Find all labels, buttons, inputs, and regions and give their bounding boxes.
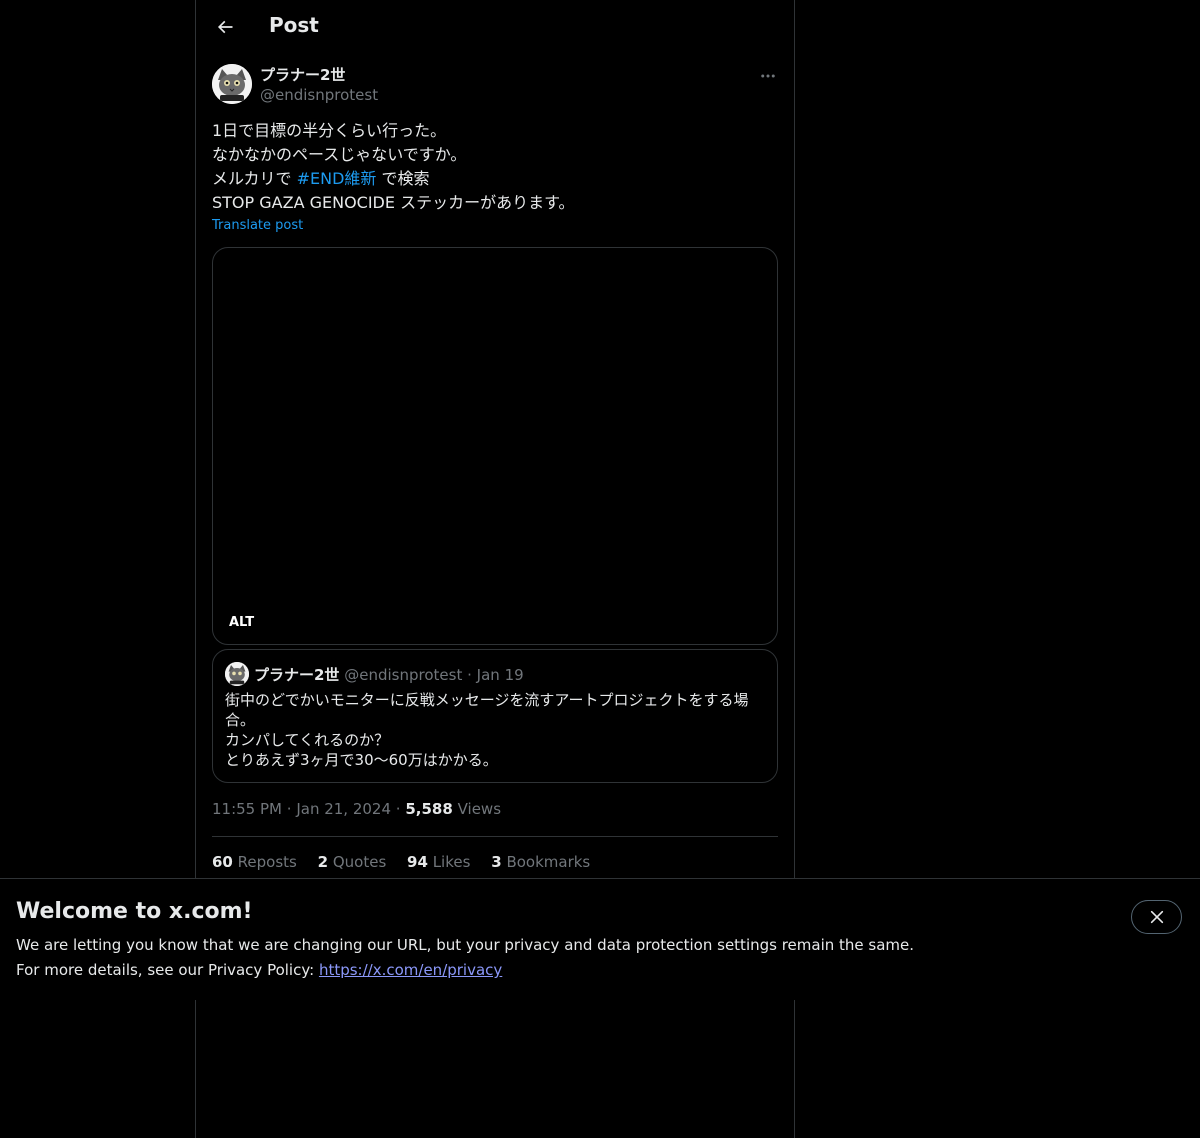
quote-date: Jan 19 xyxy=(476,666,524,684)
quote-text-line: 街中のどでかいモニターに反戦メッセージを流すアートプロジェクトをする場合。 xyxy=(225,691,749,729)
banner-message: We are letting you know that we are chan… xyxy=(16,936,915,954)
engagement-stats: 60 Reposts 2 Quotes 94 Likes 3 Bookmarks xyxy=(212,853,606,871)
likes-stat[interactable]: 94 Likes xyxy=(407,853,470,871)
quote-author-handle: @endisnprotest xyxy=(344,666,463,684)
quote-text: 街中のどでかいモニターに反戦メッセージを流すアートプロジェクトをする場合。 カン… xyxy=(225,690,765,770)
quote-text-line: とりあえず3ヶ月で30〜60万はかかる。 xyxy=(225,751,498,769)
quotes-stat[interactable]: 2 Quotes xyxy=(318,853,387,871)
post-metadata: 11:55 PM · Jan 21, 2024 · 5,588 Views xyxy=(212,800,501,818)
views-count: 5,588 xyxy=(405,800,453,818)
post-date[interactable]: Jan 21, 2024 xyxy=(296,800,391,818)
reposts-stat[interactable]: 60 Reposts xyxy=(212,853,297,871)
banner-privacy-prefix: For more details, see our Privacy Policy… xyxy=(16,961,319,979)
post-text-line: メルカリで #END維新 で検索 xyxy=(212,167,778,191)
reposts-count: 60 xyxy=(212,853,233,871)
more-options-button[interactable] xyxy=(756,64,780,88)
likes-label: Likes xyxy=(432,853,471,871)
author-handle[interactable]: @endisnprotest xyxy=(260,86,378,104)
quote-separator: · xyxy=(467,666,472,684)
top-bar: Post xyxy=(196,0,794,54)
meta-separator: · xyxy=(286,800,292,818)
quoted-post[interactable]: プラナー2世 @endisnprotest · Jan 19 街中のどでかいモニ… xyxy=(212,649,778,783)
quotes-count: 2 xyxy=(317,853,329,871)
page-title: Post xyxy=(269,13,319,37)
cat-avatar-image xyxy=(225,662,249,686)
more-horizontal-icon xyxy=(761,74,775,78)
quotes-label: Quotes xyxy=(332,853,387,871)
quote-header: プラナー2世 @endisnprotest · Jan 19 xyxy=(254,664,524,685)
post-text-line: STOP GAZA GENOCIDE ステッカーがあります。 xyxy=(212,193,575,212)
banner-title: Welcome to x.com! xyxy=(16,899,253,924)
arrow-left-icon xyxy=(217,20,233,34)
close-banner-button[interactable] xyxy=(1131,900,1182,934)
banner-privacy-line: For more details, see our Privacy Policy… xyxy=(16,961,502,979)
post-text-line: 1日で目標の半分くらい行った。 xyxy=(212,121,447,140)
bookmarks-stat[interactable]: 3 Bookmarks xyxy=(491,853,590,871)
reposts-label: Reposts xyxy=(237,853,297,871)
close-icon xyxy=(1150,910,1163,924)
post-text-line: なかなかのペースじゃないですか。 xyxy=(212,145,467,164)
bookmarks-count: 3 xyxy=(491,853,502,871)
author-avatar[interactable] xyxy=(212,64,252,104)
cat-avatar-image xyxy=(212,64,252,104)
post-text-segment: メルカリで xyxy=(212,169,297,188)
back-button[interactable] xyxy=(208,10,242,44)
likes-count: 94 xyxy=(407,853,428,871)
meta-separator: · xyxy=(395,800,401,818)
quote-text-line: カンパしてくれるのか？ xyxy=(225,731,390,749)
bookmarks-label: Bookmarks xyxy=(506,853,591,871)
post-text-segment: で検索 xyxy=(376,169,430,188)
privacy-policy-link[interactable]: https://x.com/en/privacy xyxy=(319,961,502,979)
divider xyxy=(212,836,778,837)
author-name[interactable]: プラナー2世 xyxy=(260,64,345,85)
hashtag-link[interactable]: #END維新 xyxy=(297,169,377,188)
post-time[interactable]: 11:55 PM xyxy=(212,800,282,818)
alt-badge[interactable]: ALT xyxy=(223,613,261,632)
quote-author-avatar xyxy=(225,662,249,686)
quote-author-name: プラナー2世 xyxy=(254,666,340,684)
post-text: 1日で目標の半分くらい行った。 なかなかのペースじゃないですか。 メルカリで #… xyxy=(212,119,778,215)
views-label: Views xyxy=(457,800,502,818)
post-media[interactable]: ALT xyxy=(212,247,778,645)
translate-post-link[interactable]: Translate post xyxy=(212,218,303,233)
url-change-banner: Welcome to x.com! We are letting you kno… xyxy=(0,878,1200,1000)
